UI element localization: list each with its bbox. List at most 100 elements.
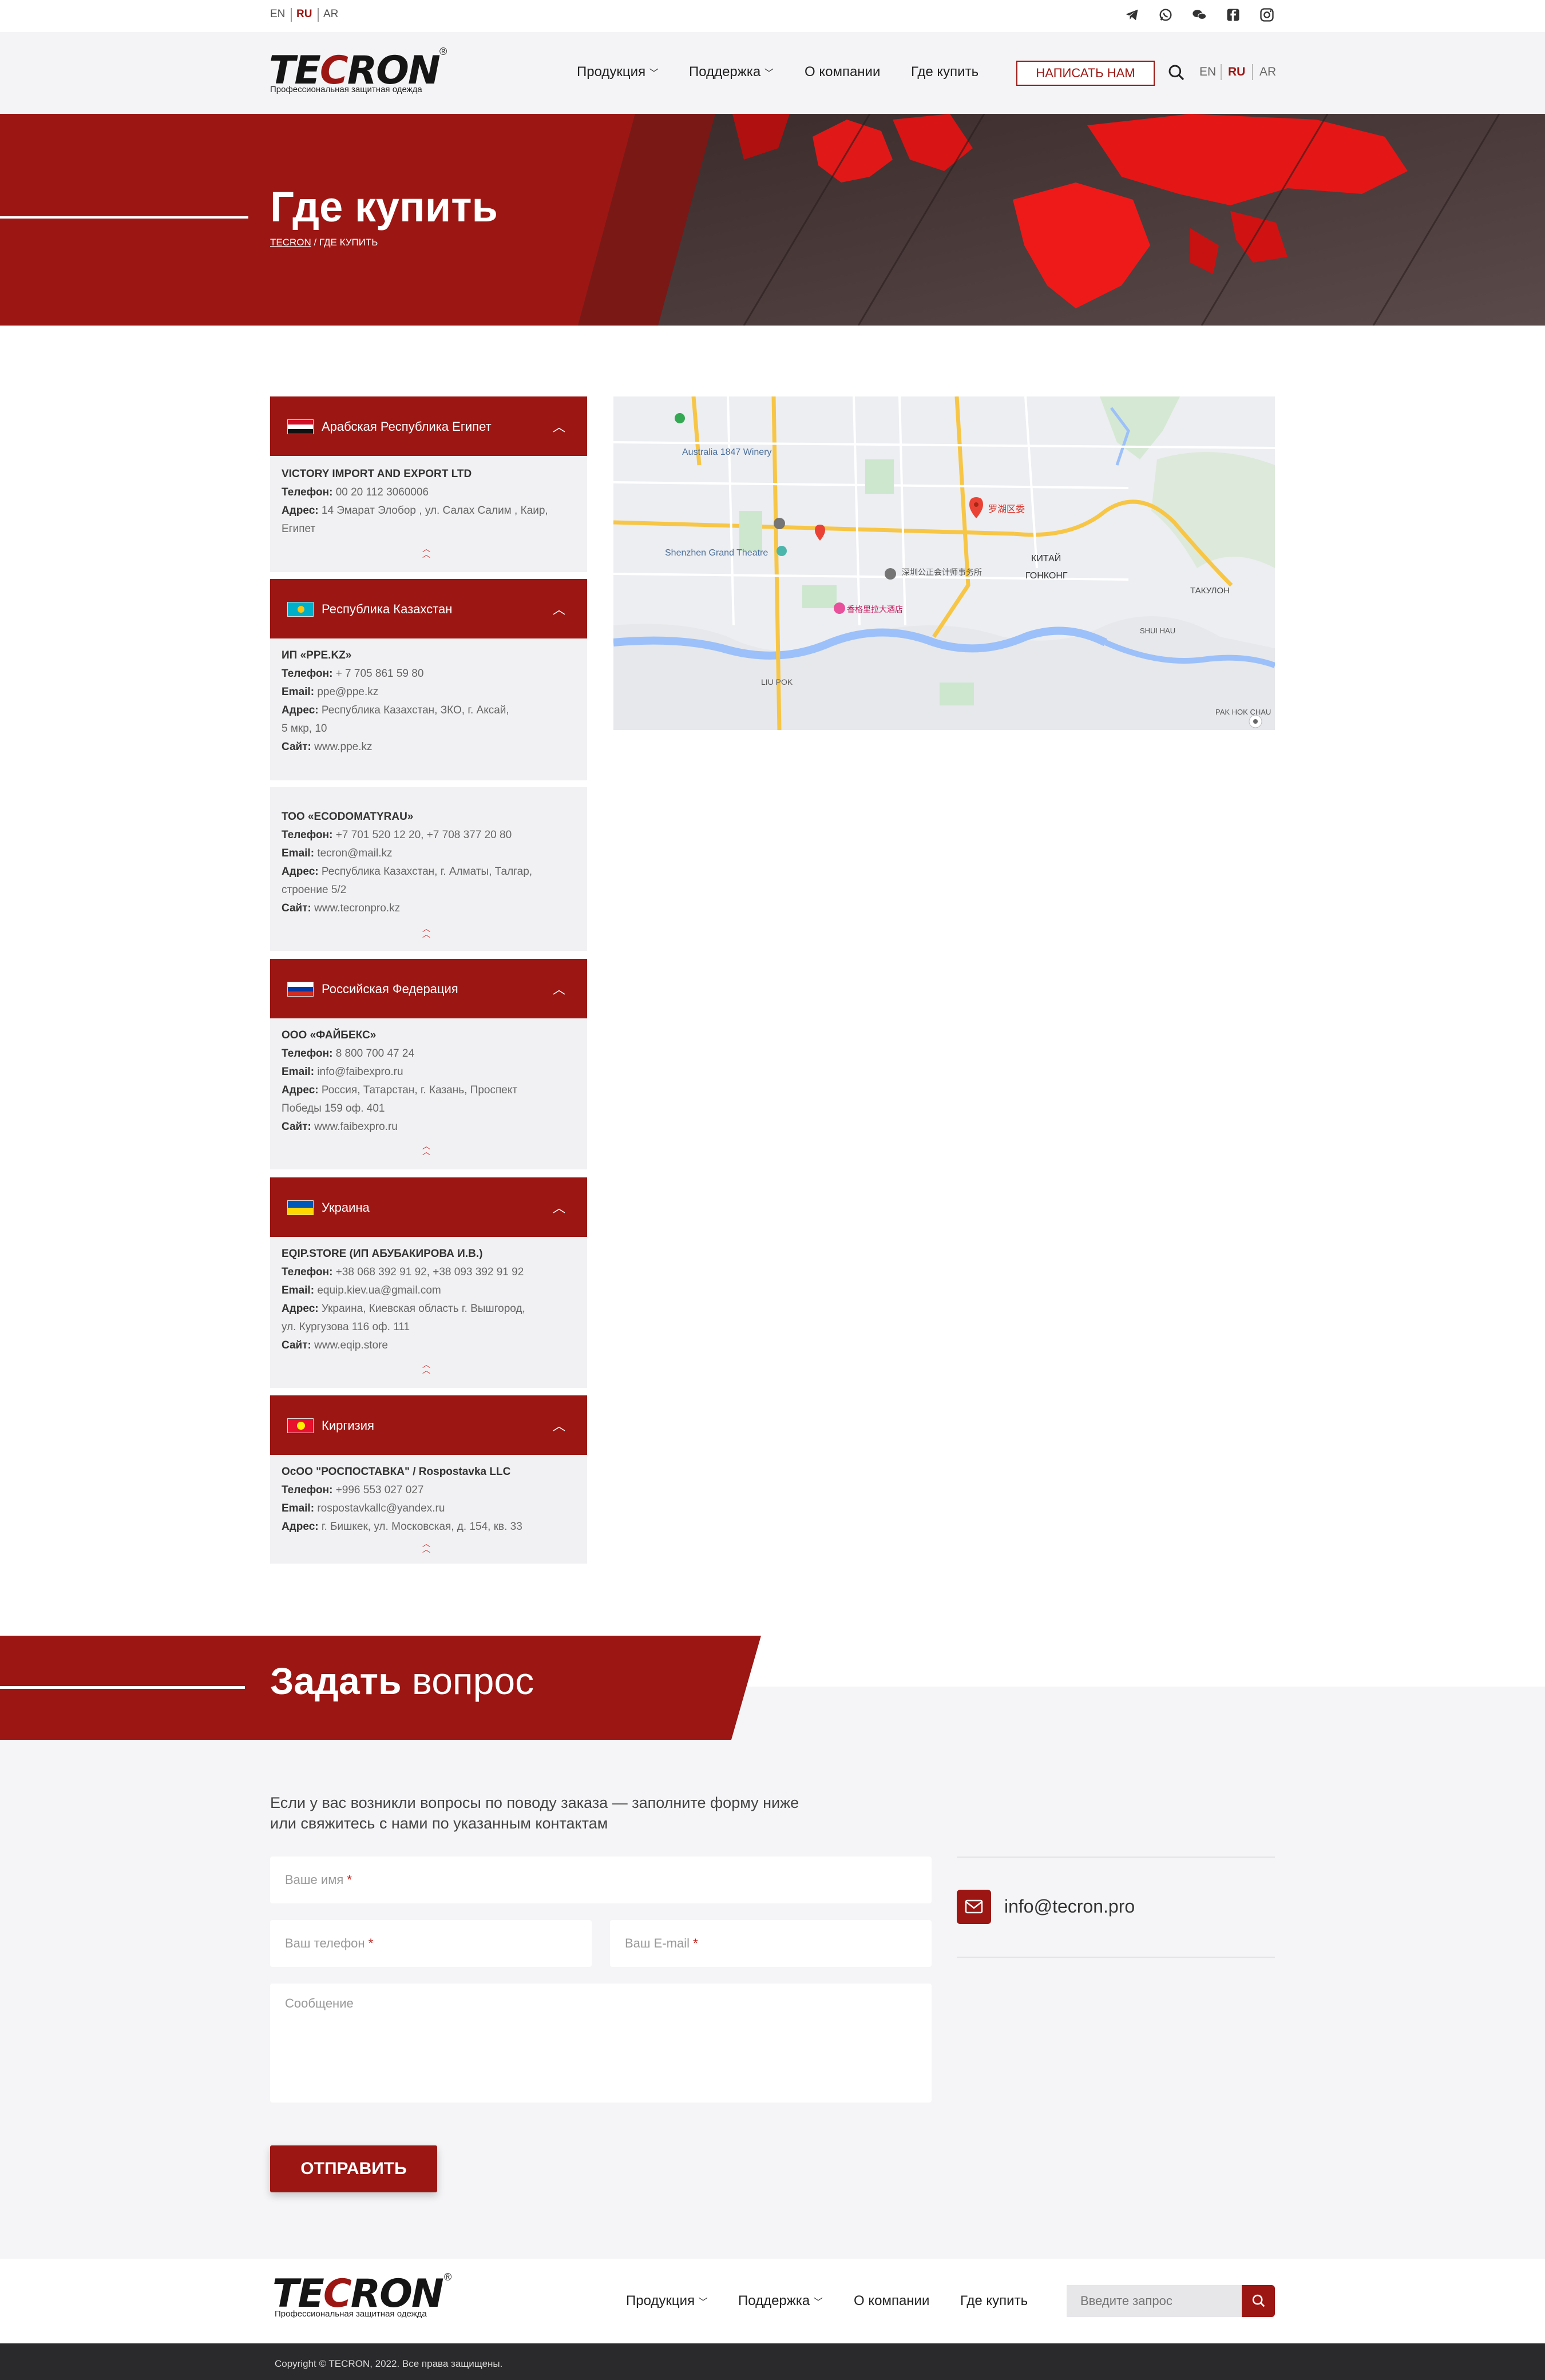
world-map-graphic	[578, 114, 1545, 326]
footer-nav-products[interactable]: Продукция ﹀	[626, 2293, 708, 2309]
dealer-address-cont: 5 мкр, 10	[282, 723, 327, 735]
contact-email[interactable]: info@tecron.pro	[1004, 1896, 1135, 1917]
facebook-icon[interactable]	[1225, 7, 1241, 23]
phone-label: Телефон:	[282, 1048, 333, 1060]
copyright-bar	[0, 2343, 1545, 2380]
dealer-site[interactable]: www.faibexpro.ru	[314, 1121, 398, 1133]
lang-ru-small[interactable]: RU	[296, 8, 312, 21]
ask-question-section	[0, 1687, 1545, 2259]
kazakhstan-flag-icon	[287, 602, 314, 617]
dealer-company: ИП «PPE.KZ»	[282, 649, 352, 661]
phone-label: Телефон:	[282, 829, 333, 841]
country-ukraine-header[interactable]: Украина ︿	[270, 1177, 587, 1237]
country-kyrgyzstan-header[interactable]: Киргизия ︿	[270, 1395, 587, 1455]
lang-en-small[interactable]: EN	[270, 8, 285, 21]
phone-label: Телефон:	[282, 668, 333, 680]
send-button[interactable]: ОТПРАВИТЬ	[270, 2145, 437, 2192]
country-egypt-header[interactable]: Арабская Республика Египет ︿	[270, 396, 587, 456]
site-label: Сайт:	[282, 741, 311, 753]
dealer-email[interactable]: rospostavkallc@yandex.ru	[317, 1502, 445, 1514]
address-label: Адрес:	[282, 1303, 319, 1315]
chevron-up-icon: ︿	[552, 602, 565, 617]
map-poi-icon	[834, 602, 845, 614]
hero-banner	[0, 114, 1545, 326]
email-label: Email:	[282, 847, 315, 859]
nav-products[interactable]: Продукция ﹀	[577, 64, 659, 80]
dealer-site[interactable]: www.tecronpro.kz	[314, 902, 400, 914]
lang-en[interactable]: EN	[1199, 65, 1216, 79]
dealer-company: ОсОО "РОСПОСТАВКА" / Rospostavka LLC	[282, 1466, 511, 1478]
dealer-company: VICTORY IMPORT AND EXPORT LTD	[282, 468, 472, 480]
footer-search-button[interactable]	[1242, 2285, 1275, 2317]
lang-ar[interactable]: AR	[1259, 65, 1276, 79]
lang-ar-small[interactable]: AR	[323, 8, 338, 21]
site-label: Сайт:	[282, 902, 311, 914]
map-label: 香格里拉大酒店	[847, 605, 903, 614]
dealer-map[interactable]: Australia 1847 Winery Shenzhen Grand The…	[613, 396, 1275, 730]
dealer-phone[interactable]: + 7 705 861 59 80	[336, 668, 424, 680]
lang-ru[interactable]: RU	[1228, 65, 1245, 79]
breadcrumb-home[interactable]: TECRON	[270, 237, 311, 248]
dealer-email[interactable]: tecron@mail.kz	[317, 847, 392, 859]
collapse-arrows-icon[interactable]: ︿ ︿	[419, 1142, 434, 1156]
dealer-email[interactable]: info@faibexpro.ru	[317, 1066, 403, 1078]
dealer-phone[interactable]: +996 553 027 027	[336, 1484, 424, 1496]
dealer-address-cont: Египет	[282, 523, 316, 535]
write-us-button[interactable]: НАПИСАТЬ НАМ	[1016, 61, 1155, 86]
map-label: 罗湖区委	[988, 504, 1025, 514]
map-label: Australia 1847 Winery	[682, 447, 772, 457]
dealer-company: ООО «ФАЙБЕКС»	[282, 1029, 377, 1041]
chevron-up-icon: ︿	[552, 1419, 565, 1433]
email-field[interactable]: Ваш E-mail *	[610, 1920, 932, 1967]
dealer-site[interactable]: www.eqip.store	[314, 1339, 388, 1351]
collapse-arrows-icon[interactable]: ︿ ︿	[419, 1540, 434, 1553]
nav-support[interactable]: Поддержка ﹀	[689, 64, 774, 80]
collapse-arrows-icon[interactable]: ︿ ︿	[419, 925, 434, 938]
nav-about[interactable]: О компании	[805, 64, 880, 80]
map-label: 深圳公正会计师事务所	[902, 568, 982, 577]
dealer-address: 14 Эмарат Элобор , ул. Салах Салим , Каи…	[321, 505, 548, 517]
map-label: Shenzhen Grand Theatre	[665, 548, 768, 558]
dealer-card: EQIP.STORE (ИП АБУБАКИРОВА И.В.) Телефон…	[282, 1245, 579, 1355]
hero-accent-line	[0, 216, 248, 219]
message-field[interactable]: Сообщение	[270, 1984, 932, 2103]
divider	[1252, 64, 1253, 80]
dealer-email[interactable]: equip.kiev.ua@gmail.com	[317, 1284, 441, 1296]
instagram-icon[interactable]	[1259, 7, 1275, 23]
footer-tagline: Профессиональная защитная одежда	[275, 2309, 427, 2319]
dealer-site[interactable]: www.ppe.kz	[314, 741, 372, 753]
footer-nav-support[interactable]: Поддержка ﹀	[738, 2293, 823, 2309]
collapse-arrows-icon[interactable]: ︿ ︿	[419, 545, 434, 558]
dealer-email[interactable]: ppe@ppe.kz	[317, 686, 378, 698]
country-kazakhstan-header[interactable]: Республика Казахстан ︿	[270, 579, 587, 638]
dealer-card: ИП «PPE.KZ» Телефон: + 7 705 861 59 80 E…	[282, 646, 579, 756]
dealer-phone[interactable]: +7 701 520 12 20, +7 708 377 20 80	[336, 829, 512, 841]
dealer-phone[interactable]: 8 800 700 47 24	[336, 1048, 414, 1060]
country-russia-header[interactable]: Российская Федерация ︿	[270, 959, 587, 1018]
telegram-icon[interactable]	[1124, 7, 1140, 23]
map-poi-icon	[774, 518, 785, 529]
dealer-address: г. Бишкек, ул. Московская, д. 154, кв. 3…	[321, 1521, 522, 1533]
footer-nav-about[interactable]: О компании	[854, 2293, 929, 2309]
nav-where-to-buy[interactable]: Где купить	[911, 64, 978, 80]
whatsapp-icon[interactable]	[1158, 7, 1174, 23]
ukraine-flag-icon	[287, 1200, 314, 1215]
country-kazakhstan-body: ИП «PPE.KZ» Телефон: + 7 705 861 59 80 E…	[270, 638, 587, 780]
divider	[957, 1857, 1275, 1858]
country-egypt-body: VICTORY IMPORT AND EXPORT LTD Телефон: 0…	[270, 456, 587, 572]
dealer-phone[interactable]: 00 20 112 3060006	[336, 486, 429, 498]
footer-nav-where-to-buy[interactable]: Где купить	[960, 2293, 1028, 2309]
country-name: Российская Федерация	[322, 982, 458, 996]
search-icon[interactable]	[1167, 64, 1186, 82]
wechat-icon[interactable]	[1191, 7, 1207, 23]
dealer-address: Республика Казахстан, г. Алматы, Талгар,	[321, 866, 533, 878]
phone-field[interactable]: Ваш телефон *	[270, 1920, 592, 1967]
divider	[291, 8, 292, 22]
name-field[interactable]: Ваше имя *	[270, 1857, 932, 1903]
collapse-arrows-icon[interactable]: ︿ ︿	[419, 1360, 434, 1374]
dealer-phone[interactable]: +38 068 392 91 92, +38 093 392 91 92	[336, 1266, 524, 1278]
country-name: Украина	[322, 1200, 370, 1215]
breadcrumb: TECRON / ГДЕ КУПИТЬ	[270, 237, 378, 248]
footer-search-input[interactable]	[1067, 2285, 1242, 2317]
dealer-address-cont: строение 5/2	[282, 884, 347, 896]
